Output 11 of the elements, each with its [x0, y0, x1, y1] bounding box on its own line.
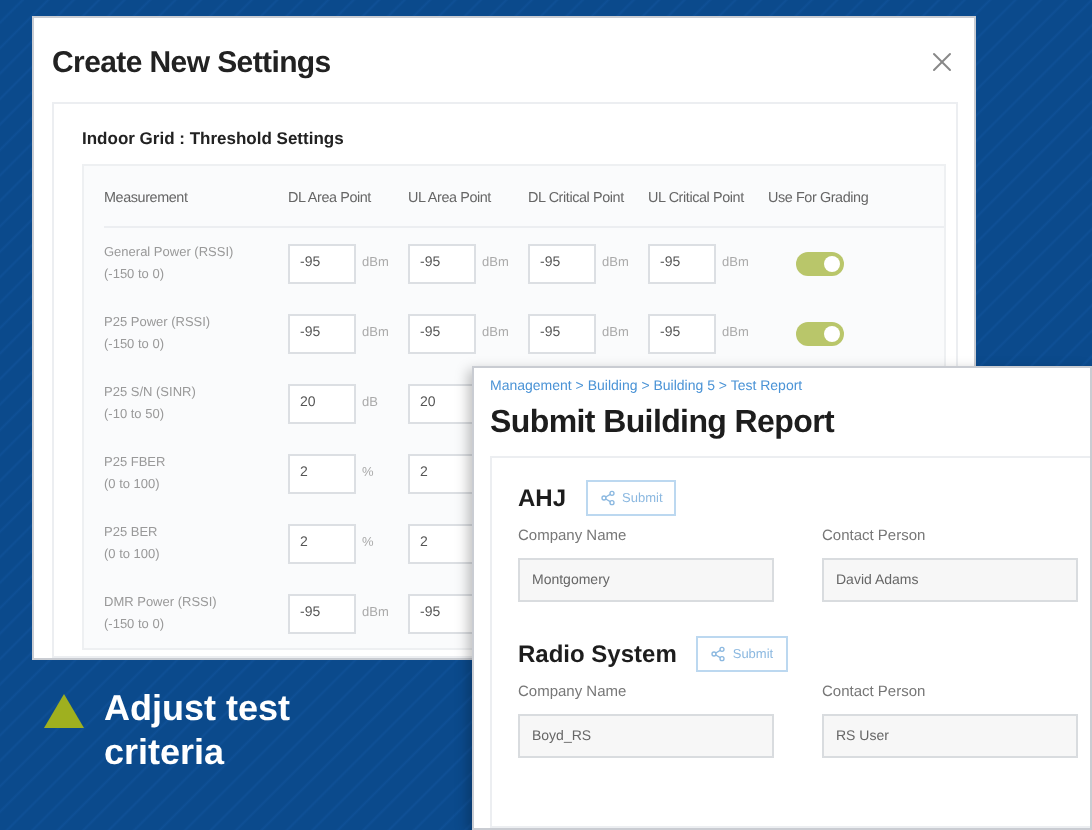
section-title: Indoor Grid : Threshold Settings [82, 128, 346, 148]
caption: Adjust test criteria [104, 688, 293, 775]
share-icon [600, 490, 617, 506]
section-title: Radio System [518, 640, 677, 668]
grading-toggle[interactable] [796, 321, 844, 345]
grading-toggle[interactable] [796, 251, 844, 275]
dialog-title: Create New Settings [52, 45, 331, 79]
page-title: Submit Building Report [490, 406, 837, 442]
section-title: AHJ [518, 484, 567, 512]
share-icon [710, 646, 727, 662]
triangle-icon [44, 694, 84, 728]
